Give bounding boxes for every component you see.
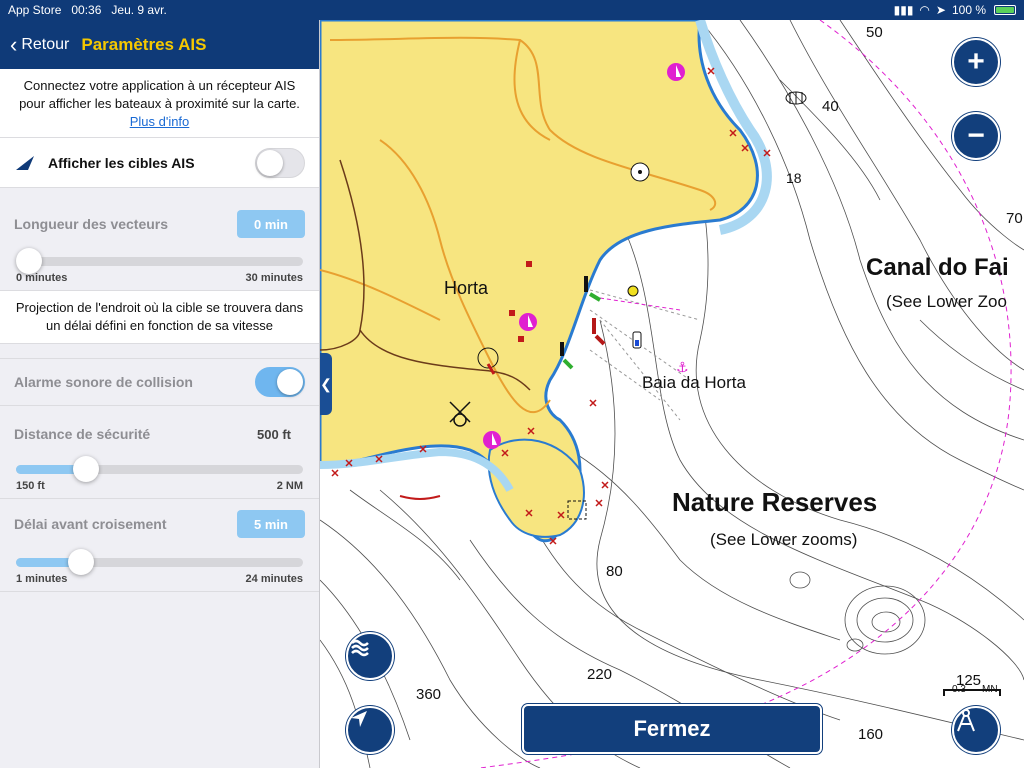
wifi-icon: ◠ [919, 3, 930, 17]
minus-icon: − [967, 119, 985, 152]
vector-length-value[interactable]: 0 min [237, 210, 305, 238]
depth-360: 360 [416, 686, 442, 703]
crossing-delay-slider[interactable] [16, 549, 303, 575]
status-carrier: App Store [8, 3, 62, 17]
waves-icon [351, 639, 369, 657]
plus-icon: + [967, 45, 985, 78]
intro-text: Connectez votre application à un récepte… [0, 69, 319, 138]
intro-description: Connectez votre application à un récepte… [19, 78, 300, 111]
chevron-left-icon: ‹ [10, 31, 18, 57]
vector-length-slider[interactable] [16, 248, 303, 274]
crossing-delay-max: 24 minutes [245, 573, 303, 585]
vector-length-label: Longueur des vecteurs [14, 216, 169, 232]
depth-50: 50 [866, 24, 883, 41]
close-button[interactable]: Fermez [522, 704, 822, 754]
safety-distance-section: Distance de sécurité 500 ft 150 ft 2 NM [0, 406, 319, 498]
signal-icon: ▮▮▮ [893, 3, 914, 17]
scale-unit: MN [982, 684, 998, 695]
depth-220: 220 [587, 666, 613, 683]
status-date: Jeu. 9 avr. [111, 3, 167, 17]
status-time: 00:36 [71, 3, 102, 17]
scale-value: 0.3 [952, 684, 966, 695]
ais-targets-switch[interactable] [255, 147, 305, 178]
vector-length-max: 30 minutes [245, 272, 303, 284]
crossing-delay-label: Délai avant croisement [14, 516, 167, 532]
zoom-out-button[interactable]: − [952, 112, 1000, 160]
safety-distance-label: Distance de sécurité [14, 426, 151, 442]
depth-70: 70 [1006, 210, 1023, 227]
chart-canvas: ⚓ [320, 20, 1024, 768]
navigation-arrow-icon [351, 711, 367, 727]
crossing-delay-value[interactable]: 5 min [237, 510, 305, 538]
depth-80: 80 [606, 563, 623, 580]
crossing-delay-section: Délai avant croisement 5 min 1 minutes 2… [0, 499, 319, 591]
collision-alarm-label: Alarme sonore de collision [14, 374, 193, 390]
safety-distance-min: 150 ft [16, 480, 45, 492]
ais-targets-row: Afficher les cibles AIS [0, 138, 319, 188]
nav-bar: ‹ Retour Paramètres AIS [0, 20, 319, 69]
safety-distance-value: 500 ft [257, 426, 291, 442]
map-label-baia: Baia da Horta [642, 373, 746, 392]
collision-alarm-row: Alarme sonore de collision [0, 358, 319, 406]
collision-alarm-switch[interactable] [255, 367, 305, 397]
compass-button[interactable] [952, 706, 1000, 754]
locate-button[interactable] [346, 706, 394, 754]
safety-distance-max: 2 NM [276, 480, 303, 492]
vector-length-min: 0 minutes [16, 272, 68, 284]
ais-targets-label: Afficher les cibles AIS [48, 154, 195, 171]
map-label-horta: Horta [444, 278, 489, 298]
vector-info-text: Projection de l'endroit où la cible se t… [0, 290, 319, 344]
vector-length-section: Longueur des vecteurs 0 min 0 minutes 30… [0, 202, 319, 290]
crossing-delay-min: 1 minutes [16, 573, 68, 585]
location-icon: ➤ [935, 3, 946, 17]
spacer [0, 188, 319, 202]
map-label-reserves-sub: (See Lower zooms) [710, 530, 858, 549]
layers-button[interactable] [346, 632, 394, 680]
compass-icon [957, 709, 975, 732]
battery-icon [994, 5, 1016, 15]
map-label-reserves: Nature Reserves [672, 487, 878, 517]
zoom-in-button[interactable]: + [952, 38, 1000, 86]
ship-icon [16, 155, 34, 170]
panel-collapse-handle[interactable]: ❮ [320, 353, 332, 415]
depth-40: 40 [822, 98, 839, 115]
map-label-canal-sub: (See Lower Zoo [886, 292, 1007, 311]
chevron-left-icon: ❮ [320, 375, 332, 392]
page-title: Paramètres AIS [81, 34, 207, 54]
nautical-map[interactable]: ⚓ Horta Baia da Horta Canal do Fai (See … [320, 20, 1024, 768]
depth-160: 160 [858, 726, 884, 743]
map-label-canal: Canal do Fai [866, 254, 1009, 281]
status-bar: App Store 00:36 Jeu. 9 avr. ▮▮▮ ◠ ➤ 100 … [0, 0, 1024, 20]
safety-distance-slider[interactable] [16, 456, 303, 482]
battery-percent: 100 % [951, 3, 986, 17]
back-label: Retour [21, 35, 70, 53]
back-button[interactable]: ‹ Retour [10, 31, 70, 57]
depth-18: 18 [786, 170, 802, 186]
more-info-link[interactable]: Plus d'info [130, 114, 190, 129]
ais-settings-panel: ‹ Retour Paramètres AIS Connectez votre … [0, 20, 320, 768]
spacer [0, 344, 319, 358]
